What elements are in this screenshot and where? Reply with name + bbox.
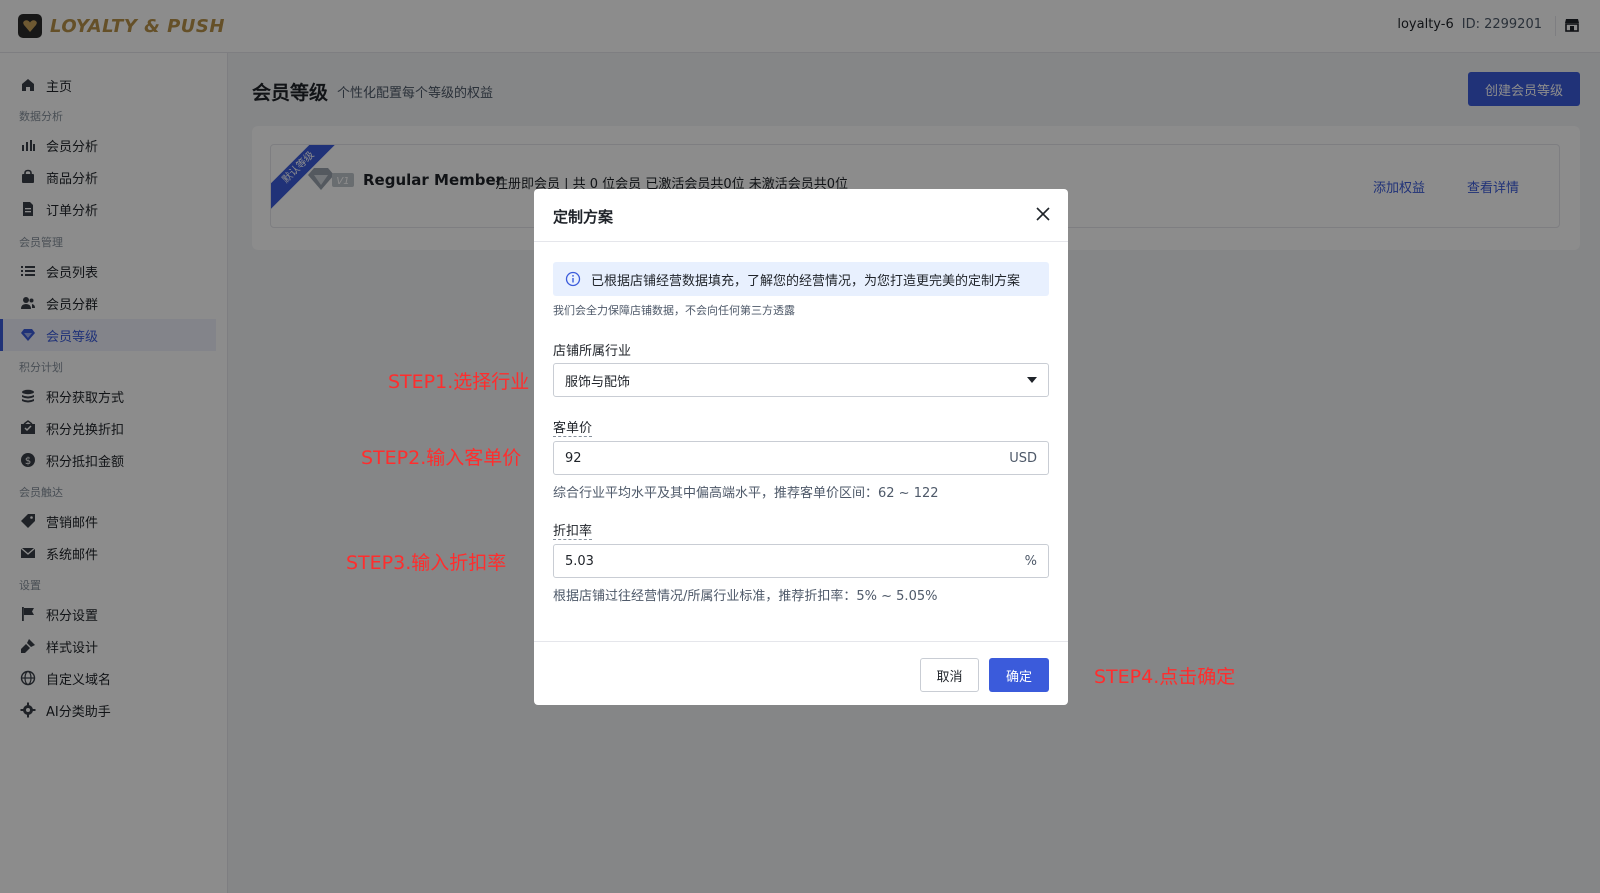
industry-select[interactable]: 服饰与配饰 [553,363,1049,397]
modal-title: 定制方案 [553,208,614,226]
annotation-step3: STEP3.输入折扣率 [346,552,507,574]
aov-suffix: USD [1009,450,1037,466]
discount-suffix: % [1024,553,1037,569]
info-icon [565,271,581,287]
aov-hint: 综合行业平均水平及其中偏高端水平，推荐客单价区间：62 ~ 122 [553,486,939,501]
confirm-button[interactable]: 确定 [989,658,1049,692]
custom-plan-modal: 定制方案 已根据店铺经营数据填充，了解您的经营情况，为您打造更完美的定制方案 我… [534,189,1068,705]
discount-value: 5.03 [565,553,594,569]
aov-value: 92 [565,450,582,466]
notice-text: 已根据店铺经营数据填充，了解您的经营情况，为您打造更完美的定制方案 [591,273,1021,289]
aov-input[interactable]: 92 USD [553,441,1049,475]
annotation-step2: STEP2.输入客单价 [361,447,522,469]
privacy-note: 我们会全力保障店铺数据，不会向任何第三方透露 [553,304,795,317]
caret-down-icon [1027,377,1037,383]
cancel-button[interactable]: 取消 [920,658,979,692]
discount-input[interactable]: 5.03 % [553,544,1049,578]
annotation-step4: STEP4.点击确定 [1094,666,1236,688]
close-icon[interactable] [1032,203,1054,225]
discount-hint: 根据店铺过往经营情况/所属行业标准，推荐折扣率：5% ~ 5.05% [553,589,938,604]
industry-value: 服饰与配饰 [565,374,631,390]
discount-label: 折扣率 [553,520,593,540]
industry-label: 店铺所属行业 [553,344,632,359]
modal-footer: 取消 确定 [534,641,1068,705]
modal-header: 定制方案 [534,189,1068,242]
annotation-step1: STEP1.选择行业 [388,371,530,393]
info-notice: 已根据店铺经营数据填充，了解您的经营情况，为您打造更完美的定制方案 [553,262,1049,296]
aov-label: 客单价 [553,417,593,437]
